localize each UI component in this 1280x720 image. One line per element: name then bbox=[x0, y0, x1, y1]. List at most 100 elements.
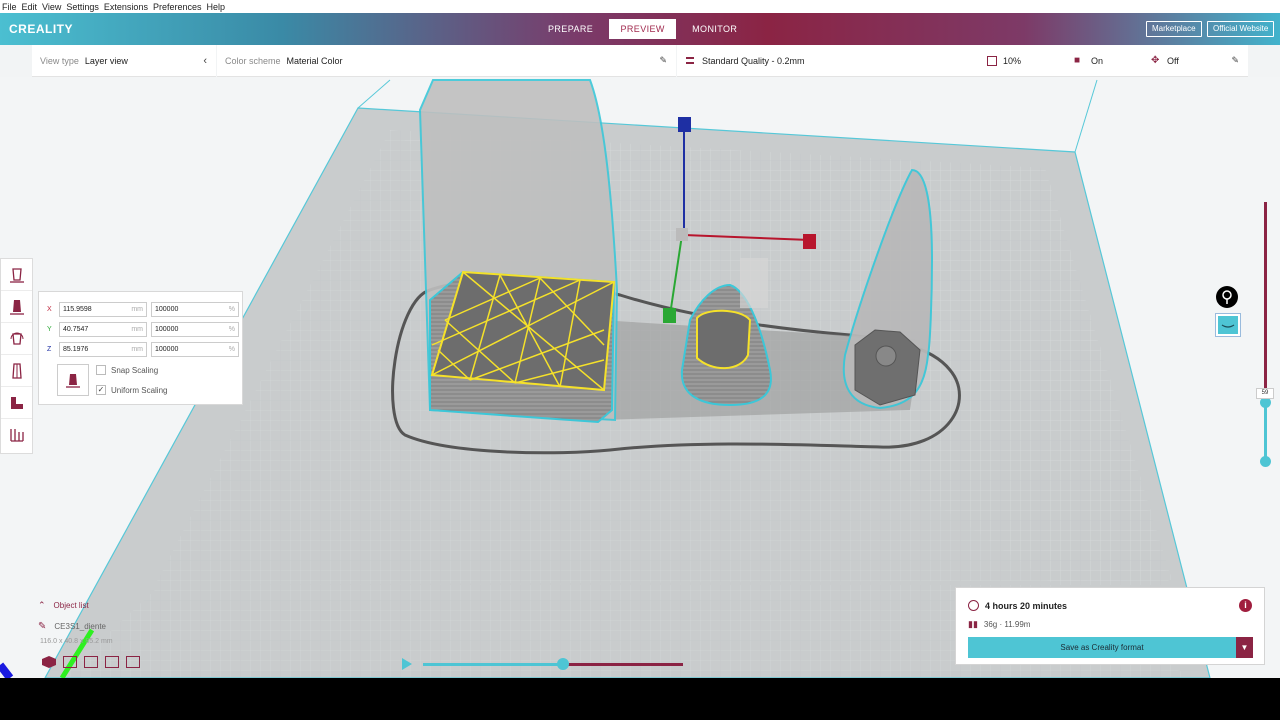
clock-icon bbox=[968, 600, 979, 611]
z-percent-unit: % bbox=[228, 346, 235, 353]
adhesion-value: Off bbox=[1167, 55, 1179, 66]
uniform-scaling-option[interactable]: ✓ Uniform Scaling bbox=[96, 385, 167, 395]
y-size-value: 40.7547 bbox=[63, 326, 89, 333]
layer-slider-min-handle[interactable] bbox=[1260, 456, 1271, 467]
object-list-item[interactable]: ✎ CE3S1_diente bbox=[38, 621, 113, 632]
print-settings-bar[interactable]: Standard Quality - 0.2mm 10% ■ On ✥ Off … bbox=[677, 45, 1248, 77]
view-right-button[interactable] bbox=[126, 656, 140, 668]
z-percent-field[interactable]: 100000 % bbox=[151, 342, 239, 357]
x-size-value: 115.9598 bbox=[63, 306, 92, 313]
scale-tool-button[interactable] bbox=[1, 291, 32, 323]
object-list-title: Object list bbox=[53, 601, 89, 610]
menu-view[interactable]: View bbox=[42, 2, 61, 12]
per-model-settings-button[interactable] bbox=[1, 387, 32, 419]
layer-pin-icon[interactable] bbox=[1216, 286, 1238, 308]
y-size-unit: mm bbox=[131, 326, 143, 333]
save-options-dropdown[interactable]: ▼ bbox=[1236, 637, 1253, 658]
view-type-selector[interactable]: View type Layer view ‹ bbox=[32, 45, 216, 77]
save-creality-format-button[interactable]: Save as Creality format bbox=[968, 637, 1236, 658]
z-axis-label: Z bbox=[47, 346, 52, 353]
rotate-tool-button[interactable] bbox=[1, 323, 32, 355]
filament-icon: ▮▮ bbox=[968, 619, 978, 629]
layer-slider-fill bbox=[1264, 402, 1267, 462]
x-axis-label: X bbox=[47, 306, 52, 313]
edit-pencil-icon[interactable]: ✎ bbox=[659, 55, 667, 66]
edit-settings-icon[interactable]: ✎ bbox=[1231, 55, 1239, 66]
uniform-scaling-checkbox[interactable]: ✓ bbox=[96, 385, 106, 395]
official-website-button[interactable]: Official Website bbox=[1207, 21, 1275, 37]
view-front-button[interactable] bbox=[63, 656, 77, 668]
snap-scaling-option[interactable]: Snap Scaling bbox=[96, 365, 158, 375]
stage-tabs: PREPARE PREVIEW MONITOR bbox=[536, 19, 753, 39]
infill-icon bbox=[987, 55, 997, 66]
snap-scaling-label: Snap Scaling bbox=[111, 365, 159, 375]
pencil-icon: ✎ bbox=[38, 621, 47, 632]
left-toolbar bbox=[0, 258, 33, 454]
scale-row-z: Z 85.1976 mm 100000 % bbox=[47, 342, 239, 357]
reset-scale-icon bbox=[66, 374, 80, 388]
y-axis-label: Y bbox=[47, 326, 52, 333]
support-value: On bbox=[1091, 55, 1104, 66]
scale-panel: X 115.9598 mm 100000 % Y 40.7547 mm 1000… bbox=[38, 291, 243, 405]
infill-top bbox=[430, 270, 616, 392]
scale-row-x: X 115.9598 mm 100000 % bbox=[47, 302, 239, 317]
y-size-field[interactable]: 40.7547 mm bbox=[59, 322, 147, 337]
y-percent-value: 100000 bbox=[155, 326, 179, 333]
tab-preview[interactable]: PREVIEW bbox=[609, 19, 677, 39]
z-size-value: 85.1976 bbox=[63, 346, 89, 353]
quality-icon bbox=[686, 57, 694, 64]
menu-help[interactable]: Help bbox=[206, 2, 225, 12]
scale-row-y: Y 40.7547 mm 100000 % bbox=[47, 322, 239, 337]
color-scheme-selector[interactable]: Color scheme Material Color ✎ bbox=[217, 45, 676, 77]
z-size-field[interactable]: 85.1976 mm bbox=[59, 342, 147, 357]
bottom-letterbox bbox=[0, 678, 1280, 720]
support-blocker-icon bbox=[9, 429, 24, 442]
print-info-panel: 4 hours 20 minutes ▮▮ 36g · 11.99m i Sav… bbox=[955, 587, 1265, 665]
z-size-unit: mm bbox=[131, 346, 143, 353]
object-name: CE3S1_diente bbox=[54, 622, 106, 631]
scale-tool-icon bbox=[9, 299, 24, 315]
marketplace-button[interactable]: Marketplace bbox=[1146, 21, 1202, 37]
menu-preferences[interactable]: Preferences bbox=[153, 2, 202, 12]
tab-prepare[interactable]: PREPARE bbox=[536, 19, 605, 39]
object-list-header[interactable]: ⌃ Object list bbox=[38, 600, 113, 611]
per-model-settings-icon bbox=[10, 396, 23, 409]
view-type-value: Layer view bbox=[84, 55, 128, 66]
playback-track[interactable] bbox=[423, 663, 683, 666]
gizmo-z-handle bbox=[678, 117, 691, 132]
camera-view-buttons bbox=[42, 656, 147, 668]
move-tool-button[interactable] bbox=[1, 259, 32, 291]
mirror-tool-icon bbox=[11, 362, 22, 379]
support-blocker-button[interactable] bbox=[1, 419, 32, 451]
object-list-panel: ⌃ Object list ✎ CE3S1_diente 116.0 x 40.… bbox=[38, 600, 113, 645]
tab-monitor[interactable]: MONITOR bbox=[680, 19, 749, 39]
play-icon[interactable] bbox=[402, 658, 412, 670]
view-3d-button[interactable] bbox=[42, 656, 56, 668]
print-time: 4 hours 20 minutes bbox=[968, 600, 1067, 611]
uniform-scaling-label: Uniform Scaling bbox=[111, 385, 168, 395]
menu-settings[interactable]: Settings bbox=[66, 2, 99, 12]
adhesion-icon: ✥ bbox=[1151, 55, 1160, 66]
x-percent-unit: % bbox=[228, 306, 235, 313]
menu-file[interactable]: File bbox=[2, 2, 17, 12]
x-size-field[interactable]: 115.9598 mm bbox=[59, 302, 147, 317]
view-left-button[interactable] bbox=[105, 656, 119, 668]
layer-view-button[interactable] bbox=[1216, 314, 1240, 336]
current-layer-number[interactable]: 59 bbox=[1256, 388, 1274, 399]
app-header: CREALITY PREPARE PREVIEW MONITOR Marketp… bbox=[0, 13, 1280, 45]
print-time-value: 4 hours 20 minutes bbox=[985, 600, 1068, 611]
y-percent-field[interactable]: 100000 % bbox=[151, 322, 239, 337]
menu-edit[interactable]: Edit bbox=[22, 2, 38, 12]
x-percent-field[interactable]: 100000 % bbox=[151, 302, 239, 317]
chevron-left-icon[interactable]: ‹ bbox=[203, 55, 207, 67]
mirror-tool-button[interactable] bbox=[1, 355, 32, 387]
color-scheme-value: Material Color bbox=[286, 55, 343, 66]
view-top-button[interactable] bbox=[84, 656, 98, 668]
print-material: ▮▮ 36g · 11.99m bbox=[968, 619, 1030, 630]
snap-scaling-checkbox[interactable] bbox=[96, 365, 106, 375]
reset-scale-button[interactable] bbox=[57, 364, 89, 396]
color-scheme-label: Color scheme bbox=[225, 55, 281, 66]
menu-extensions[interactable]: Extensions bbox=[104, 2, 148, 12]
info-icon[interactable]: i bbox=[1239, 599, 1252, 612]
object-dimensions: 116.0 x 40.8 x 85.2 mm bbox=[40, 638, 113, 645]
